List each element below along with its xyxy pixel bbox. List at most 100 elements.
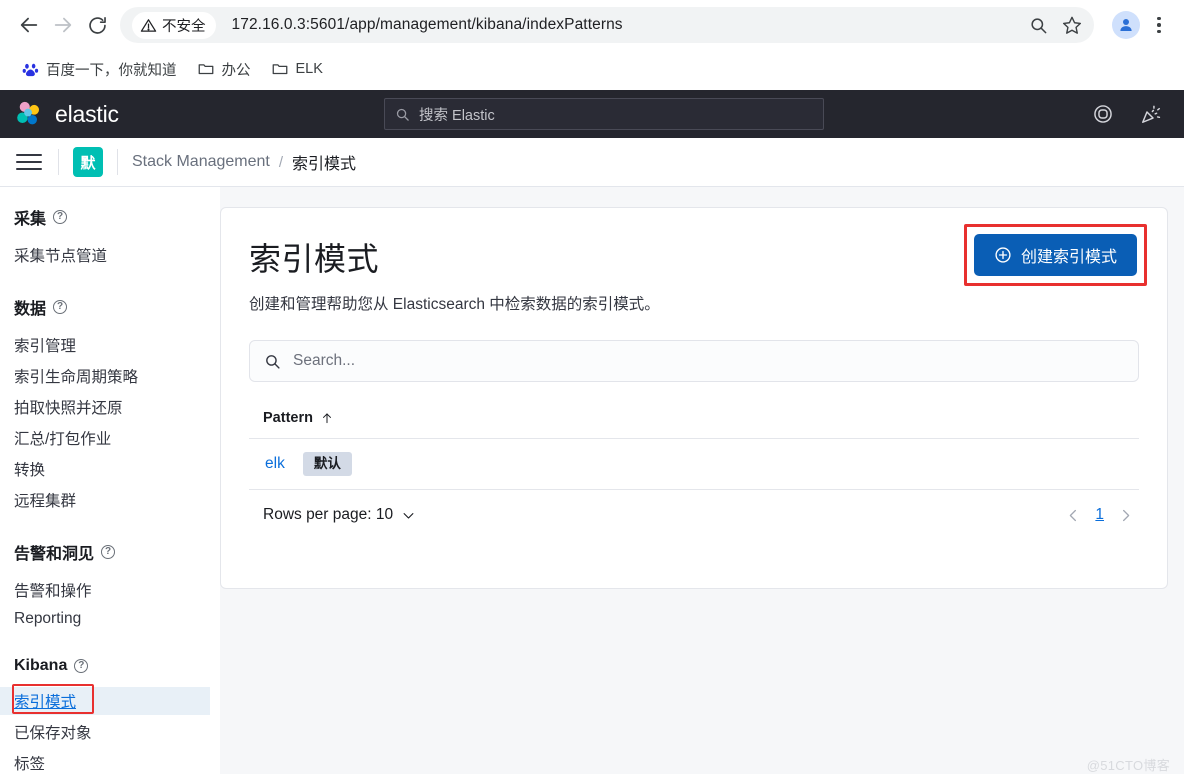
help-icon[interactable]: ? xyxy=(53,210,68,224)
sidebar-item-label: 索引模式 xyxy=(14,694,77,711)
header-actions xyxy=(1092,103,1170,125)
nav-menu-toggle[interactable] xyxy=(14,147,44,177)
chevron-right-icon[interactable] xyxy=(1118,508,1133,523)
sidebar-item-saved-objects[interactable]: 已保存对象 xyxy=(14,718,220,746)
nav-group-title: 数据 ? xyxy=(14,295,220,319)
bookmark-star-button[interactable] xyxy=(1056,9,1088,41)
search-icon xyxy=(1030,17,1046,33)
folder-icon xyxy=(198,64,213,75)
forward-button[interactable] xyxy=(46,8,80,42)
pagination: 1 xyxy=(1066,506,1133,524)
page-description: 创建和管理帮助您从 Elasticsearch 中检索数据的索引模式。 xyxy=(249,296,660,313)
rows-per-page-label: Rows per page: 10 xyxy=(263,506,394,524)
zoom-search-button[interactable] xyxy=(1022,9,1054,41)
sidebar-item-ingest-pipelines[interactable]: 采集节点管道 xyxy=(14,241,220,269)
nav-group-label: 数据 xyxy=(14,301,47,318)
table-header[interactable]: Pattern xyxy=(249,404,1139,439)
back-button[interactable] xyxy=(12,8,46,42)
search-placeholder: Search... xyxy=(293,352,356,369)
panel-header-text: 索引模式 创建和管理帮助您从 Elasticsearch 中检索数据的索引模式。 xyxy=(249,234,660,314)
plus-circle-icon xyxy=(995,247,1011,263)
rows-per-page-selector[interactable]: Rows per page: 10 xyxy=(263,506,416,524)
address-bar[interactable]: 不安全 172.16.0.3:5601/app/management/kiban… xyxy=(120,7,1094,43)
watermark: @51CTO博客 xyxy=(1086,758,1170,773)
global-search-input[interactable]: 搜索 Elastic xyxy=(384,98,824,130)
warning-triangle-icon xyxy=(140,18,157,32)
reload-button[interactable] xyxy=(80,8,114,42)
sidebar-item-transforms[interactable]: 转换 xyxy=(14,455,220,483)
celebration-icon[interactable] xyxy=(1140,103,1162,125)
index-patterns-table: Pattern elk 默认 Rows per page: 10 1 xyxy=(249,404,1139,524)
security-label: 不安全 xyxy=(162,18,206,35)
nav-group-label: 采集 xyxy=(14,211,47,228)
nav-group-label: 告警和洞见 xyxy=(14,546,95,563)
hamburger-line xyxy=(16,154,42,156)
bookmarks-bar: 百度一下，你就知道 办公 ELK xyxy=(0,50,1184,88)
security-indicator[interactable]: 不安全 xyxy=(132,11,216,39)
sidebar-item-reporting[interactable]: Reporting xyxy=(14,607,220,631)
nav-group-ingest: 采集 ? 采集节点管道 xyxy=(14,205,220,269)
table-row[interactable]: elk 默认 xyxy=(249,439,1139,491)
space-badge[interactable]: 默 xyxy=(73,147,103,177)
star-icon xyxy=(1062,16,1082,34)
nav-group-alerts-insights: 告警和洞见 ? 告警和操作 Reporting xyxy=(14,540,220,631)
omnibox-actions xyxy=(1022,9,1088,41)
sidebar-item-tags[interactable]: 标签 xyxy=(14,749,220,774)
index-pattern-link[interactable]: elk xyxy=(265,455,285,473)
table-footer: Rows per page: 10 1 xyxy=(249,490,1139,524)
brand-name: elastic xyxy=(55,100,119,127)
reload-icon xyxy=(88,16,106,34)
sidebar-item-index-patterns[interactable]: 索引模式 xyxy=(0,684,210,715)
divider xyxy=(117,149,118,175)
sidebar-item-snapshot-restore[interactable]: 拍取快照并还原 xyxy=(14,393,220,421)
column-header-pattern: Pattern xyxy=(263,410,313,426)
page-number-1[interactable]: 1 xyxy=(1095,506,1104,524)
back-arrow-icon xyxy=(20,17,38,33)
help-icon[interactable]: ? xyxy=(101,545,116,559)
divider xyxy=(58,149,59,175)
sidebar-item-rollup-jobs[interactable]: 汇总/打包作业 xyxy=(14,424,220,452)
help-icon[interactable]: ? xyxy=(53,300,68,314)
nav-group-title: 采集 ? xyxy=(14,205,220,229)
search-input[interactable]: Search... xyxy=(249,340,1139,382)
sidebar-item-rules-and-connectors[interactable]: 告警和操作 xyxy=(14,576,220,604)
breadcrumb-stack-management[interactable]: Stack Management xyxy=(132,153,270,171)
bookmark-office-folder[interactable]: 办公 xyxy=(189,55,259,84)
breadcrumb-separator: / xyxy=(278,153,284,171)
sidebar-item-index-management[interactable]: 索引管理 xyxy=(14,331,220,359)
default-badge: 默认 xyxy=(302,452,352,477)
index-patterns-panel: 索引模式 创建和管理帮助您从 Elasticsearch 中检索数据的索引模式。… xyxy=(220,207,1168,589)
folder-icon xyxy=(272,64,287,75)
bookmark-label: 百度一下，你就知道 xyxy=(46,62,177,79)
create-index-pattern-button[interactable]: 创建索引模式 xyxy=(973,234,1137,276)
elastic-logo-link[interactable]: elastic xyxy=(14,99,119,129)
browser-chrome: 不安全 172.16.0.3:5601/app/management/kiban… xyxy=(0,0,1184,90)
hamburger-line xyxy=(16,168,42,170)
bookmark-label: 办公 xyxy=(221,62,251,79)
bookmark-elk-folder[interactable]: ELK xyxy=(263,56,331,82)
help-icon[interactable]: ? xyxy=(74,659,89,673)
sidebar-item-remote-clusters[interactable]: 远程集群 xyxy=(14,486,220,514)
nav-group-title: Kibana ? xyxy=(14,657,220,675)
breadcrumb-bar: 默 Stack Management / 索引模式 xyxy=(0,138,1184,187)
bookmark-baidu[interactable]: 百度一下，你就知道 xyxy=(14,55,185,84)
main-content: 索引模式 创建和管理帮助您从 Elasticsearch 中检索数据的索引模式。… xyxy=(220,187,1184,774)
elastic-logo-icon xyxy=(17,101,40,125)
browser-menu-button[interactable] xyxy=(1146,9,1172,41)
person-icon xyxy=(1120,19,1132,31)
app-body: 采集 ? 采集节点管道 数据 ? 索引管理 索引生命周期策略 拍取快照并还原 汇… xyxy=(0,187,1184,774)
create-button-label: 创建索引模式 xyxy=(1020,249,1117,266)
browser-toolbar: 不安全 172.16.0.3:5601/app/management/kiban… xyxy=(0,0,1184,50)
sidebar-item-index-lifecycle-policies[interactable]: 索引生命周期策略 xyxy=(14,362,220,390)
url-text: 172.16.0.3:5601/app/management/kibana/in… xyxy=(231,16,623,33)
chevron-down-icon xyxy=(403,512,414,519)
nav-group-data: 数据 ? 索引管理 索引生命周期策略 拍取快照并还原 汇总/打包作业 转换 远程… xyxy=(14,295,220,514)
profile-button[interactable] xyxy=(1112,11,1140,39)
breadcrumb-index-patterns: 索引模式 xyxy=(292,156,357,173)
elastic-header: elastic 搜索 Elastic xyxy=(0,90,1184,138)
chevron-left-icon[interactable] xyxy=(1066,508,1081,523)
hamburger-line xyxy=(16,161,42,163)
forward-arrow-icon xyxy=(54,17,72,33)
global-search-placeholder: 搜索 Elastic xyxy=(419,107,495,124)
globe-icon[interactable] xyxy=(1092,103,1114,125)
